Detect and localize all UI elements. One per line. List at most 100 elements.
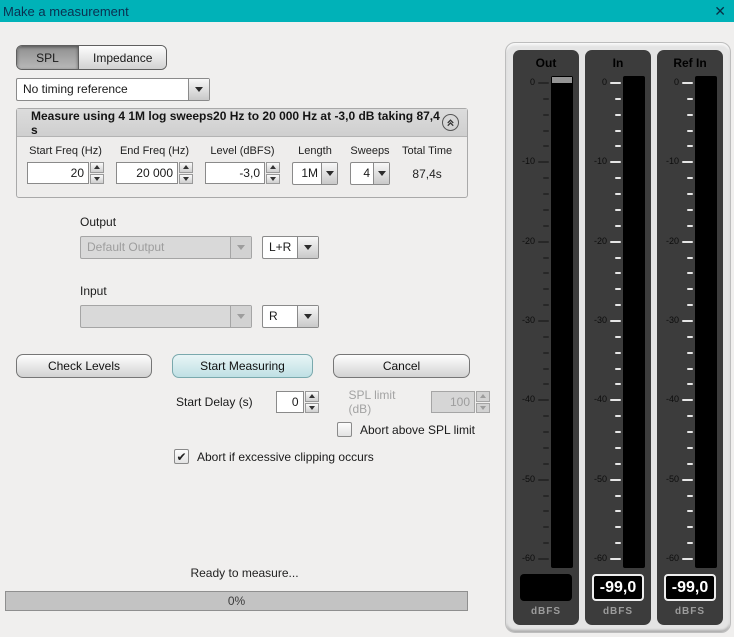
- tick-label: -20: [593, 235, 607, 246]
- abort-clipping-checkbox[interactable]: ✔: [174, 449, 189, 464]
- title-bar: Make a measurement ✕: [0, 0, 734, 22]
- meter-out: Out 0 -10 -20 -30 -40 -50 -60 dBFS: [513, 50, 579, 625]
- spin-up-icon[interactable]: [179, 162, 193, 173]
- abort-clipping-row: ✔ Abort if excessive clipping occurs: [174, 449, 374, 464]
- length-value: 1M: [301, 166, 318, 180]
- input-device-select: [80, 305, 252, 328]
- measure-fields-row: Start Freq (Hz) 20 End Freq (Hz) 20 000 …: [17, 137, 467, 197]
- abort-spl-checkbox[interactable]: [337, 422, 352, 437]
- chevron-down-icon[interactable]: [321, 163, 337, 184]
- tick-label: -20: [665, 235, 679, 246]
- input-device-value: [81, 306, 230, 327]
- cancel-button[interactable]: Cancel: [333, 354, 470, 378]
- collapse-panel-icon[interactable]: [442, 114, 459, 131]
- tick-label: 0: [601, 77, 607, 87]
- output-group: Output Default Output L+R: [80, 215, 319, 259]
- spl-limit-value: 100: [431, 391, 475, 413]
- meter-unit-label: dBFS: [602, 606, 634, 617]
- chevron-down-icon[interactable]: [297, 306, 318, 327]
- meter-title: In: [612, 56, 624, 70]
- spin-up-icon[interactable]: [304, 391, 319, 402]
- tick-label: -10: [665, 156, 679, 167]
- spl-limit-label: SPL limit (dB): [348, 388, 396, 416]
- meter-scale: 0 -10 -20 -30 -40 -50 -60: [657, 72, 723, 572]
- abort-spl-row: Abort above SPL limit: [337, 422, 475, 437]
- tab-spl[interactable]: SPL: [17, 46, 79, 69]
- meter-bar: [551, 76, 573, 568]
- check-levels-button[interactable]: Check Levels: [16, 354, 152, 378]
- progress-bar: 0%: [5, 591, 468, 611]
- tick-label: -30: [665, 315, 679, 325]
- spin-down-icon[interactable]: [179, 173, 193, 184]
- close-icon[interactable]: ✕: [714, 4, 726, 18]
- tick-label: -60: [521, 553, 535, 563]
- tick-label: -40: [521, 394, 535, 405]
- input-label: Input: [80, 284, 107, 298]
- tick-label: -40: [665, 394, 679, 405]
- spin-up-icon: [476, 391, 490, 402]
- start-delay-spinner[interactable]: 0: [275, 391, 319, 413]
- end-freq-spinner[interactable]: 20 000: [116, 162, 193, 184]
- spl-limit-spinner: 100: [431, 391, 490, 413]
- start-delay-value[interactable]: 0: [275, 391, 304, 413]
- chevron-down-icon[interactable]: [373, 163, 389, 184]
- timing-reference-value: No timing reference: [23, 82, 128, 96]
- measurement-type-tabs: SPL Impedance: [16, 45, 168, 70]
- tick-label: -30: [593, 315, 607, 325]
- tick-label: -50: [521, 473, 535, 484]
- total-time-label: Total Time: [402, 145, 453, 157]
- level-value[interactable]: -3,0: [205, 162, 265, 184]
- tab-impedance[interactable]: Impedance: [79, 46, 167, 69]
- sweeps-label: Sweeps: [350, 145, 390, 157]
- length-select[interactable]: 1M: [292, 162, 338, 185]
- chevron-down-icon[interactable]: [297, 237, 318, 258]
- status-message: Ready to measure...: [190, 566, 299, 580]
- tick-label: 0: [673, 77, 679, 87]
- timing-reference-select[interactable]: No timing reference: [16, 78, 210, 101]
- level-field: Level (dBFS) -3,0: [205, 145, 280, 185]
- length-label: Length: [298, 145, 332, 157]
- spin-down-icon[interactable]: [304, 402, 319, 413]
- start-freq-field: Start Freq (Hz) 20: [27, 145, 104, 185]
- chevron-down-icon[interactable]: [188, 79, 209, 100]
- meter-scale: 0 -10 -20 -30 -40 -50 -60: [585, 72, 651, 572]
- delay-row: Start Delay (s) 0 SPL limit (dB) 100: [176, 388, 490, 416]
- output-label: Output: [80, 215, 117, 229]
- spin-up-icon[interactable]: [90, 162, 104, 173]
- start-freq-spinner[interactable]: 20: [27, 162, 104, 184]
- measure-summary-text: Measure using 4 1M log sweeps20 Hz to 20…: [31, 108, 440, 137]
- end-freq-value[interactable]: 20 000: [116, 162, 178, 184]
- abort-clipping-label: Abort if excessive clipping occurs: [197, 449, 374, 464]
- tick-label: -10: [593, 156, 607, 167]
- sweeps-value: 4: [363, 166, 370, 180]
- meter-readout: [520, 574, 572, 601]
- tick-label: -60: [593, 553, 607, 563]
- end-freq-field: End Freq (Hz) 20 000: [116, 145, 193, 185]
- tick-label: -50: [593, 473, 607, 484]
- output-channel-value: L+R: [269, 240, 292, 254]
- spin-up-icon[interactable]: [266, 162, 280, 173]
- spin-down-icon[interactable]: [266, 173, 280, 184]
- measurement-form: SPL Impedance No timing reference Measur…: [0, 22, 490, 637]
- start-freq-label: Start Freq (Hz): [29, 145, 102, 157]
- level-marker: [552, 77, 572, 83]
- total-time-field: Total Time 87,4s: [402, 145, 452, 185]
- tick-label: -40: [593, 394, 607, 405]
- output-channel-select[interactable]: L+R: [262, 236, 319, 259]
- tick-label: -20: [521, 235, 535, 246]
- start-freq-value[interactable]: 20: [27, 162, 89, 184]
- meter-scale: 0 -10 -20 -30 -40 -50 -60: [513, 72, 579, 572]
- meter-ref-in: Ref In 0 -10 -20 -30 -40 -50 -60 -99,0 dBFS: [657, 50, 723, 625]
- length-field: Length 1M: [292, 145, 338, 185]
- level-spinner[interactable]: -3,0: [205, 162, 280, 184]
- input-channel-select[interactable]: R: [262, 305, 319, 328]
- spin-down-icon[interactable]: [90, 173, 104, 184]
- total-time-value: 87,4s: [412, 167, 442, 181]
- meter-bar: [623, 76, 645, 568]
- sweeps-select[interactable]: 4: [350, 162, 390, 185]
- start-measuring-button[interactable]: Start Measuring: [172, 354, 313, 378]
- abort-spl-label: Abort above SPL limit: [360, 422, 475, 437]
- meter-readout: -99,0: [592, 574, 644, 601]
- tick-label: -10: [521, 156, 535, 167]
- meter-in: In 0 -10 -20 -30 -40 -50 -60 -99,0 dBFS: [585, 50, 651, 625]
